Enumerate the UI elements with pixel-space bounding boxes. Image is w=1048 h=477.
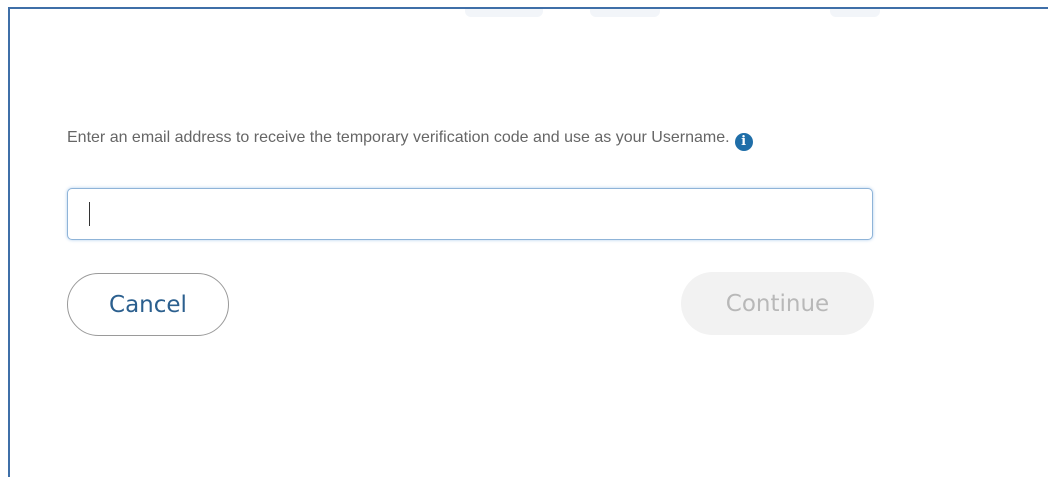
text-cursor [89,202,90,226]
instructions-text: Enter an email address to receive the te… [67,126,877,151]
cancel-button[interactable]: Cancel [67,273,229,336]
email-input[interactable] [67,188,873,240]
background-decoration [830,9,880,17]
dialog-frame [8,7,1048,477]
email-form: Enter an email address to receive the te… [67,126,874,336]
background-decoration [590,9,660,17]
instructions-label: Enter an email address to receive the te… [67,129,730,146]
background-decoration [465,9,543,17]
continue-button[interactable]: Continue [681,272,874,335]
info-icon[interactable]: i [734,133,753,151]
